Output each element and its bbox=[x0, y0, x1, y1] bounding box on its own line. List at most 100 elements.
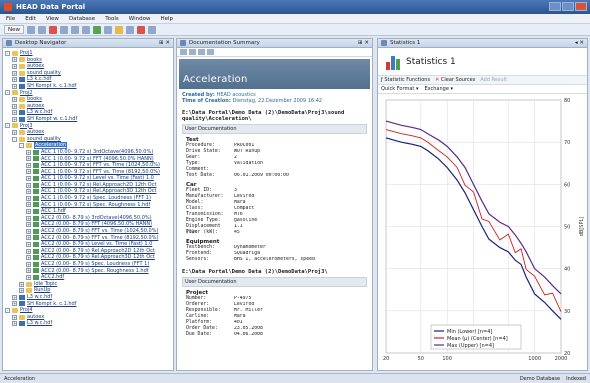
tree-item[interactable]: + ACC 1 (0.00- 9.72 s) Spec. Loudness (FF… bbox=[5, 195, 171, 202]
refresh-icon[interactable] bbox=[93, 25, 101, 34]
menu-item-help[interactable]: Help bbox=[160, 16, 173, 22]
expand-icon[interactable]: + bbox=[26, 162, 31, 168]
menu-item-view[interactable]: View bbox=[46, 16, 59, 22]
tree-item[interactable]: + ACC2 (0.00- 8.79 s) Rel.Approach3D 12th… bbox=[5, 254, 171, 261]
tree-item[interactable]: - Proj3 bbox=[5, 123, 171, 130]
delete-icon[interactable] bbox=[49, 25, 57, 34]
tree-item[interactable]: + ACC2 (0.00- 8.79 s) 3rdOctave(4096,50.0… bbox=[5, 215, 171, 222]
minimize-button[interactable] bbox=[549, 2, 561, 11]
expand-icon[interactable]: + bbox=[12, 301, 17, 307]
expand-icon[interactable]: + bbox=[26, 255, 31, 261]
tree-item[interactable]: + ACC 1 (0.00- 9.72 s) Rel.Approach2D 12t… bbox=[5, 182, 171, 189]
tree-item[interactable]: + L3 w.c.hdf bbox=[5, 109, 171, 116]
tree-item[interactable]: + ACC2 (0.00- 8.79 s) FFT vs. Time (1024,… bbox=[5, 228, 171, 235]
maximize-button[interactable] bbox=[562, 2, 574, 11]
expand-icon[interactable]: + bbox=[12, 83, 17, 89]
expand-icon[interactable]: + bbox=[26, 215, 31, 221]
expand-icon[interactable]: + bbox=[26, 176, 31, 182]
back-icon[interactable] bbox=[189, 49, 196, 55]
tree-item[interactable]: + autoex bbox=[5, 314, 171, 321]
pin-close-icon[interactable]: ⊞ ✕ bbox=[358, 40, 369, 46]
collapse-icon[interactable]: - bbox=[5, 123, 10, 129]
expand-icon[interactable]: + bbox=[12, 103, 17, 109]
tree-item[interactable]: - Proj4 bbox=[5, 307, 171, 314]
expand-icon[interactable]: + bbox=[12, 70, 17, 76]
tree-item[interactable]: + sound quality bbox=[5, 70, 171, 77]
tree-item[interactable]: + ACC2 (0.00- 8.79 s) Spec. Roughness 1.h… bbox=[5, 268, 171, 275]
tree-item[interactable]: + autoex bbox=[5, 103, 171, 110]
folder-icon[interactable] bbox=[115, 25, 123, 34]
tree-item[interactable]: + ACC 1 (0.00- 9.72 s) Rel.Approach3D 12t… bbox=[5, 188, 171, 195]
tree-item[interactable]: + RunUp bbox=[5, 287, 171, 294]
expand-icon[interactable]: + bbox=[26, 149, 31, 155]
tree-item[interactable]: + L3 w.c.hdf bbox=[5, 294, 171, 301]
copy-icon[interactable] bbox=[71, 25, 79, 34]
tree-item[interactable]: + L3 w.c.hdf bbox=[5, 320, 171, 327]
clear-sources-button[interactable]: ✕ Clear Sources bbox=[435, 77, 475, 83]
menu-item-edit[interactable]: Edit bbox=[25, 16, 36, 22]
expand-icon[interactable]: + bbox=[12, 314, 17, 320]
add-result-button[interactable]: Add Result bbox=[480, 77, 507, 83]
statistics-tab-title[interactable]: Statistics 1 bbox=[390, 40, 420, 46]
tree-item[interactable]: + ACC 1 (0.00- 9.72 s) Level vs. Time (Fa… bbox=[5, 175, 171, 182]
expand-icon[interactable]: + bbox=[12, 129, 17, 135]
tree-item[interactable]: + Idle Topic bbox=[5, 281, 171, 288]
paste-icon[interactable] bbox=[82, 25, 90, 34]
menu-item-window[interactable]: Window bbox=[129, 16, 151, 22]
tree-item[interactable]: + SH Kompt w. c.1.hdf bbox=[5, 116, 171, 123]
menu-item-database[interactable]: Database bbox=[69, 16, 95, 22]
pin-close-icon[interactable]: ⊞ ✕ bbox=[159, 40, 170, 46]
expand-icon[interactable]: + bbox=[26, 261, 31, 267]
expand-icon[interactable]: + bbox=[26, 169, 31, 175]
tree-item[interactable]: + SH Kompt k. c.1.hdf bbox=[5, 301, 171, 308]
expand-icon[interactable]: + bbox=[26, 189, 31, 195]
tree-item[interactable]: + ACC2 (0.00- 8.79 s) Rel.Approach2D 12th… bbox=[5, 248, 171, 255]
expand-icon[interactable]: + bbox=[12, 321, 17, 327]
expand-icon[interactable]: + bbox=[26, 235, 31, 241]
tree-item[interactable]: - Proj1 bbox=[5, 50, 171, 57]
tree-item[interactable]: - Acceleration bbox=[5, 142, 171, 149]
expand-icon[interactable]: + bbox=[12, 116, 17, 122]
collapse-icon[interactable]: - bbox=[5, 90, 10, 96]
forward-icon[interactable] bbox=[198, 49, 205, 55]
new-button[interactable]: New bbox=[4, 25, 24, 34]
expand-icon[interactable]: + bbox=[12, 57, 17, 63]
expand-icon[interactable]: + bbox=[19, 288, 24, 294]
tree-item[interactable]: + autoex bbox=[5, 63, 171, 70]
expand-icon[interactable]: + bbox=[26, 195, 31, 201]
tree-item[interactable]: + ACC2 (0.00- 8.79 s) Level vs. Time (Fas… bbox=[5, 241, 171, 248]
expand-icon[interactable]: + bbox=[12, 77, 17, 83]
stop-icon[interactable] bbox=[137, 25, 145, 34]
expand-icon[interactable]: + bbox=[12, 110, 17, 116]
chart-icon[interactable] bbox=[126, 25, 134, 34]
tree-item[interactable]: + ACC 1 (0.00- 9.72 s) FFT (4096,50.0% HA… bbox=[5, 156, 171, 163]
close-tab-icon[interactable]: ◂ ✕ bbox=[575, 40, 584, 46]
expand-icon[interactable]: + bbox=[12, 96, 17, 102]
cut-icon[interactable] bbox=[60, 25, 68, 34]
expand-icon[interactable]: + bbox=[26, 222, 31, 228]
index-status[interactable]: Indexed bbox=[566, 376, 586, 382]
expand-icon[interactable]: + bbox=[26, 182, 31, 188]
expand-icon[interactable]: + bbox=[26, 274, 31, 280]
print-icon[interactable] bbox=[180, 49, 187, 55]
tree-item[interactable]: + books bbox=[5, 57, 171, 64]
expand-icon[interactable]: + bbox=[12, 294, 17, 300]
home-icon[interactable] bbox=[207, 49, 214, 55]
expand-icon[interactable]: + bbox=[26, 202, 31, 208]
collapse-icon[interactable]: - bbox=[12, 136, 17, 142]
menu-item-file[interactable]: File bbox=[6, 16, 15, 22]
menu-item-tools[interactable]: Tools bbox=[105, 16, 119, 22]
exchange-menu[interactable]: Exchange ▾ bbox=[424, 86, 453, 92]
statistic-functions-button[interactable]: ƒ Statistic Functions bbox=[381, 77, 430, 83]
expand-icon[interactable]: + bbox=[19, 281, 24, 287]
tree-item[interactable]: + SH Kompt k. c.1.hdf bbox=[5, 83, 171, 90]
collapse-icon[interactable]: - bbox=[5, 307, 10, 313]
expand-icon[interactable]: + bbox=[26, 268, 31, 274]
tree-item[interactable]: - sound quality bbox=[5, 136, 171, 143]
expand-icon[interactable]: + bbox=[26, 248, 31, 254]
tree-item[interactable]: + ACC 1 (0.00- 9.72 s) FFT vs. Time (1024… bbox=[5, 162, 171, 169]
collapse-icon[interactable]: - bbox=[19, 143, 24, 149]
tree-item[interactable]: + ACC 1 (0.00- 9.72 s) Spec. Roughness 1.… bbox=[5, 202, 171, 209]
expand-icon[interactable]: + bbox=[26, 156, 31, 162]
expand-icon[interactable]: + bbox=[26, 209, 31, 215]
